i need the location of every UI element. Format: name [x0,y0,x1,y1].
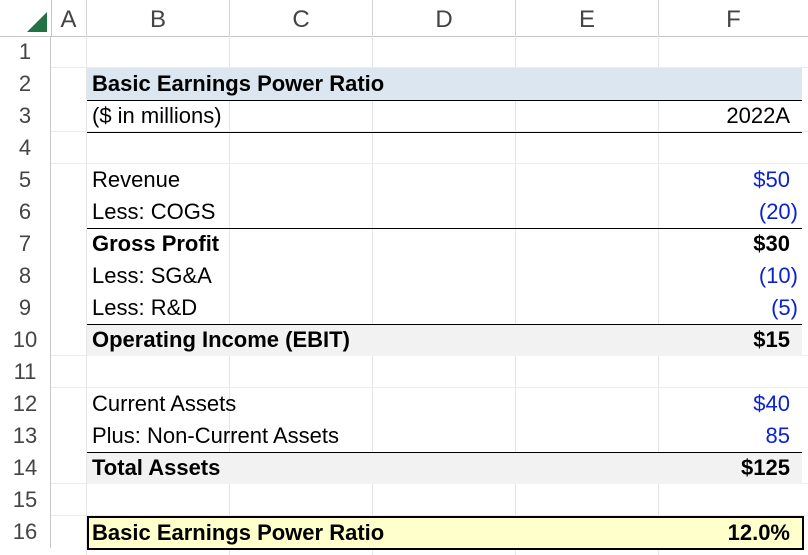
header-underline [87,132,802,133]
row-header-8[interactable]: 8 [0,260,51,292]
row-header-2[interactable]: 2 [0,68,51,100]
row-header-13[interactable]: 13 [0,420,51,452]
row-header-1[interactable]: 1 [0,36,51,68]
gross-profit-label[interactable]: Gross Profit [92,228,219,260]
current-assets-value[interactable]: $40 [660,388,790,420]
revenue-value[interactable]: $50 [660,164,790,196]
gross-profit-value[interactable]: $30 [660,228,790,260]
row-header-9[interactable]: 9 [0,292,51,324]
sga-value[interactable]: (10) [660,260,798,292]
row-header-15[interactable]: 15 [0,484,51,516]
column-header-a[interactable]: A [51,0,87,36]
period-label[interactable]: 2022A [660,100,790,132]
ebit-label[interactable]: Operating Income (EBIT) [92,324,350,356]
total-assets-value[interactable]: $125 [660,452,790,484]
select-all-corner[interactable] [0,0,52,36]
row-header-16[interactable]: 16 [0,516,51,548]
result-value[interactable]: 12.0% [660,517,790,549]
result-label[interactable]: Basic Earnings Power Ratio [92,517,384,549]
row-header-3[interactable]: 3 [0,100,51,132]
current-assets-label[interactable]: Current Assets [92,388,236,420]
table-title[interactable]: Basic Earnings Power Ratio [92,68,384,100]
revenue-label[interactable]: Revenue [92,164,180,196]
row-header-5[interactable]: 5 [0,164,51,196]
row-header-14[interactable]: 14 [0,452,51,484]
column-header-e[interactable]: E [516,0,659,36]
cogs-value[interactable]: (20) [660,196,798,228]
row-header-12[interactable]: 12 [0,388,51,420]
row-header-4[interactable]: 4 [0,132,51,164]
total-assets-label[interactable]: Total Assets [92,452,220,484]
cogs-label[interactable]: Less: COGS [92,196,215,228]
rnd-value[interactable]: (5) [660,292,798,324]
spreadsheet-grid[interactable]: A B C D E F 1 2 3 4 5 6 7 8 9 10 11 12 1… [0,0,808,555]
row-header-10[interactable]: 10 [0,324,51,356]
column-header-d[interactable]: D [373,0,516,36]
row-header-6[interactable]: 6 [0,196,51,228]
units-label[interactable]: ($ in millions) [92,100,222,132]
column-header-b[interactable]: B [87,0,230,36]
rnd-label[interactable]: Less: R&D [92,292,197,324]
noncurrent-assets-value[interactable]: 85 [660,420,790,452]
row-header-11[interactable]: 11 [0,356,51,388]
noncurrent-assets-label[interactable]: Plus: Non-Current Assets [92,420,339,452]
sga-label[interactable]: Less: SG&A [92,260,212,292]
column-header-c[interactable]: C [230,0,373,36]
ebit-value[interactable]: $15 [660,324,790,356]
column-header-f[interactable]: F [659,0,808,36]
select-all-triangle-icon [27,12,47,32]
row-header-7[interactable]: 7 [0,228,51,260]
